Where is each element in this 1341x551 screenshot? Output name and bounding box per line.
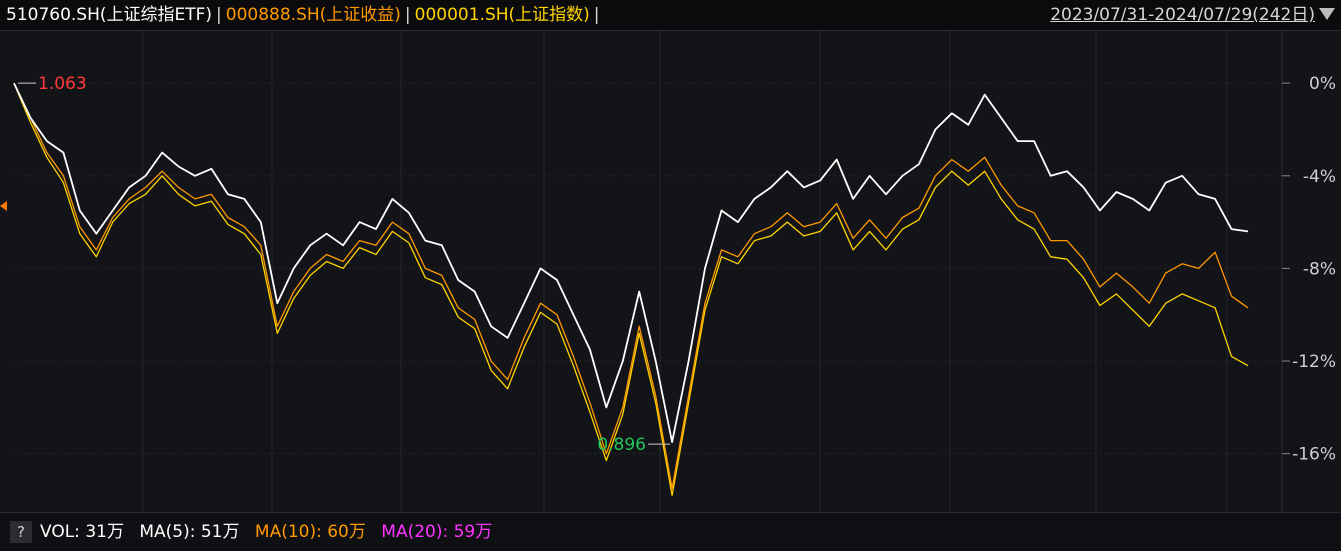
date-range[interactable]: 2023/07/31-2024/07/29(242日) bbox=[1050, 4, 1315, 26]
vol-value: VOL: 31万 bbox=[40, 522, 124, 542]
ma20-value: MA(20): 59万 bbox=[381, 522, 493, 542]
legend-separator: | bbox=[593, 5, 600, 25]
y-tick-label: -4% bbox=[1303, 167, 1336, 187]
left-marker-icon bbox=[0, 201, 7, 211]
series-line-0 bbox=[13, 82, 1249, 444]
y-tick-label: -16% bbox=[1292, 445, 1336, 465]
legend-separator: | bbox=[216, 5, 222, 25]
ma5-value: MA(5): 51万 bbox=[139, 522, 240, 542]
legend-index[interactable]: 000001.SH(上证指数) bbox=[415, 5, 590, 25]
legend-separator: | bbox=[404, 5, 411, 25]
legend-etf[interactable]: 510760.SH(上证综指ETF) bbox=[6, 5, 212, 25]
series-line-2 bbox=[13, 82, 1249, 497]
y-tick-label: 0% bbox=[1309, 74, 1336, 94]
ma10-value: MA(10): 60万 bbox=[254, 522, 366, 542]
triangle-down-icon[interactable] bbox=[1319, 8, 1335, 20]
legend-shouyi[interactable]: 000888.SH(上证收益) bbox=[226, 5, 401, 25]
y-tick-label: -8% bbox=[1303, 259, 1336, 279]
series-legend: 510760.SH(上证综指ETF) | 000888.SH(上证收益) | 00000… bbox=[6, 4, 604, 26]
volume-bar: ? VOL: 31万 MA(5): 51万 MA(10): 60万 MA(20)… bbox=[0, 512, 1341, 551]
series-line-1 bbox=[13, 82, 1249, 490]
chart-header: 510760.SH(上证综指ETF) | 000888.SH(上证收益) | 00000… bbox=[0, 0, 1341, 31]
comparison-chart[interactable]: 0% -4% -8% -12% -16% 1.063 0.896 bbox=[0, 30, 1341, 512]
y-tick-label: -12% bbox=[1292, 352, 1336, 372]
volume-indicators: VOL: 31万 MA(5): 51万 MA(10): 60万 MA(20): … bbox=[40, 521, 502, 543]
high-value-label: 1.063 bbox=[38, 74, 87, 94]
help-button[interactable]: ? bbox=[10, 521, 32, 543]
low-value-label: 0.896 bbox=[597, 435, 646, 455]
